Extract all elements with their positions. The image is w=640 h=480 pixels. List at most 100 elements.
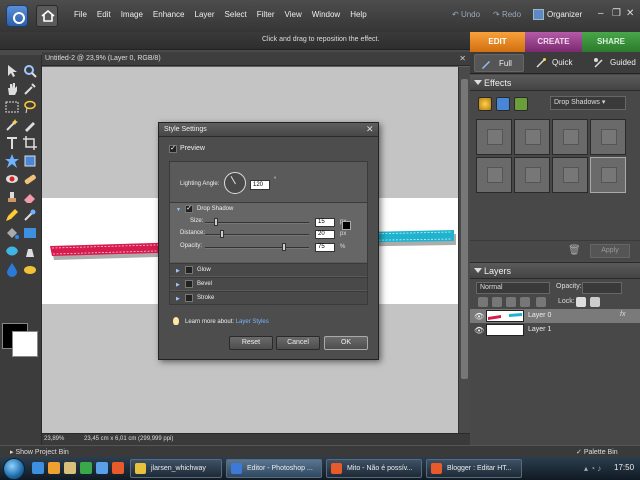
opacity-slider-thumb[interactable] <box>282 243 286 251</box>
move-tool-icon[interactable] <box>4 63 20 79</box>
sponge-tool-icon[interactable] <box>22 261 38 277</box>
distance-slider-thumb[interactable] <box>220 230 224 238</box>
marquee-tool-icon[interactable] <box>4 99 20 115</box>
menu-window[interactable]: Window <box>312 10 340 19</box>
smudge-tool-icon[interactable] <box>22 243 38 259</box>
tab-edit[interactable]: EDIT <box>470 32 525 52</box>
effects-header[interactable]: Effects <box>470 75 640 91</box>
crop-tool-icon[interactable] <box>22 135 38 151</box>
apply-button[interactable]: Apply <box>590 244 630 258</box>
home-button[interactable] <box>36 5 58 27</box>
clock[interactable]: 17:50 <box>614 463 634 472</box>
quicklaunch-icon[interactable] <box>96 462 108 474</box>
taskbar-item-active[interactable]: Editor - Photoshop ... <box>226 459 322 478</box>
lighting-angle-input[interactable]: 120 <box>250 180 270 190</box>
delete-layer-icon[interactable] <box>506 297 516 307</box>
show-project-bin-button[interactable]: ▸ Show Project Bin <box>10 448 69 456</box>
gradient-icon[interactable] <box>22 225 38 241</box>
quicklaunch-icon[interactable] <box>48 462 60 474</box>
stroke-checkbox[interactable] <box>185 294 193 302</box>
bevel-checkbox[interactable] <box>185 280 193 288</box>
expand-triangle-icon[interactable]: ▶ <box>176 268 180 274</box>
expand-triangle-icon[interactable]: ▶ <box>176 296 180 302</box>
scrollbar-thumb[interactable] <box>461 79 468 379</box>
lock-transparency-icon[interactable] <box>536 297 546 307</box>
lock-all-icon[interactable] <box>576 297 586 307</box>
dialog-titlebar[interactable]: Style Settings ✕ <box>159 123 378 137</box>
quicklaunch-icon[interactable] <box>112 462 124 474</box>
blend-mode-select[interactable]: Normal <box>476 282 550 294</box>
paint-bucket-icon[interactable] <box>4 225 20 241</box>
hand-tool-icon[interactable] <box>4 81 20 97</box>
menu-edit[interactable]: Edit <box>97 10 111 19</box>
distance-input[interactable]: 20 <box>315 230 335 239</box>
layer-styles-icon[interactable] <box>496 97 510 111</box>
close-icon[interactable]: ✕ <box>626 9 634 19</box>
document-close-icon[interactable]: ✕ <box>459 54 466 63</box>
layer-row[interactable]: 👁 Layer 1 <box>470 323 640 337</box>
link-layers-icon[interactable] <box>520 297 530 307</box>
size-slider-thumb[interactable] <box>214 218 218 226</box>
start-button[interactable] <box>3 458 25 480</box>
eyedropper-icon[interactable] <box>22 81 38 97</box>
layer-opacity-field[interactable] <box>582 282 622 294</box>
quicklaunch-icon[interactable] <box>32 462 44 474</box>
palette-bin-toggle[interactable]: ✓ Palette Bin <box>576 448 618 456</box>
visibility-eye-icon[interactable]: 👁 <box>474 312 484 321</box>
quicklaunch-icon[interactable] <box>80 462 92 474</box>
taskbar-item[interactable]: Mito - Não é possív... <box>326 459 422 478</box>
size-input[interactable]: 15 <box>315 218 335 227</box>
subtab-guided[interactable]: Guided <box>588 54 636 72</box>
undo-button[interactable]: ↶ Undo <box>452 10 480 19</box>
effect-thumbnail[interactable] <box>552 119 588 155</box>
dialog-close-icon[interactable]: ✕ <box>366 124 374 135</box>
tab-share[interactable]: SHARE <box>582 32 640 52</box>
collapse-triangle-icon[interactable] <box>474 80 482 85</box>
lasso-tool-icon[interactable] <box>22 99 38 115</box>
taskbar-item[interactable]: jlarsen_whichway <box>130 459 222 478</box>
redo-button[interactable]: ↷ Redo <box>493 10 521 19</box>
bevel-section[interactable]: ▶ Bevel <box>170 277 367 290</box>
shape-tool-icon[interactable] <box>4 243 20 259</box>
minimize-icon[interactable]: – <box>598 9 604 19</box>
menu-select[interactable]: Select <box>225 10 247 19</box>
trash-icon[interactable]: 🗑 <box>568 245 581 256</box>
effect-thumbnail[interactable] <box>552 157 588 193</box>
menu-file[interactable]: File <box>74 10 87 19</box>
effect-thumbnail[interactable] <box>476 157 512 193</box>
photo-effects-icon[interactable] <box>514 97 528 111</box>
glow-section[interactable]: ▶ Glow <box>170 263 367 276</box>
stroke-section[interactable]: ▶ Stroke <box>170 291 367 304</box>
expand-triangle-icon[interactable]: ▼ <box>176 207 181 213</box>
effect-thumbnail[interactable] <box>476 119 512 155</box>
new-layer-icon[interactable] <box>478 297 488 307</box>
pencil-icon[interactable] <box>4 207 20 223</box>
restore-icon[interactable]: ❐ <box>612 9 621 19</box>
glow-checkbox[interactable] <box>185 266 193 274</box>
brush-tool-icon[interactable] <box>22 207 38 223</box>
reset-button[interactable]: Reset <box>229 336 273 350</box>
filters-icon[interactable] <box>478 97 492 111</box>
menu-layer[interactable]: Layer <box>195 10 215 19</box>
opacity-input[interactable]: 75 <box>315 243 335 252</box>
eraser-icon[interactable] <box>22 189 38 205</box>
red-eye-icon[interactable] <box>4 171 20 187</box>
organizer-button[interactable]: Organizer <box>547 10 582 19</box>
quicklaunch-icon[interactable] <box>64 462 76 474</box>
drop-shadow-checkbox[interactable]: ✓ <box>185 205 193 213</box>
adjustment-layer-icon[interactable] <box>492 297 502 307</box>
type-tool-icon[interactable] <box>4 135 20 151</box>
effect-thumbnail-selected[interactable] <box>590 157 626 193</box>
menu-filter[interactable]: Filter <box>257 10 275 19</box>
cookie-cutter-icon[interactable] <box>4 153 20 169</box>
subtab-quick[interactable]: Quick <box>530 54 572 72</box>
fx-icon[interactable]: fx <box>620 311 625 318</box>
opacity-slider-track[interactable] <box>205 247 309 249</box>
zoom-tool-icon[interactable] <box>22 63 38 79</box>
clone-stamp-icon[interactable] <box>4 189 20 205</box>
expand-triangle-icon[interactable]: ▶ <box>176 282 180 288</box>
layers-header[interactable]: Layers <box>470 263 640 279</box>
effect-thumbnail[interactable] <box>590 119 626 155</box>
visibility-eye-icon[interactable]: 👁 <box>474 326 484 335</box>
effect-thumbnail[interactable] <box>514 157 550 193</box>
